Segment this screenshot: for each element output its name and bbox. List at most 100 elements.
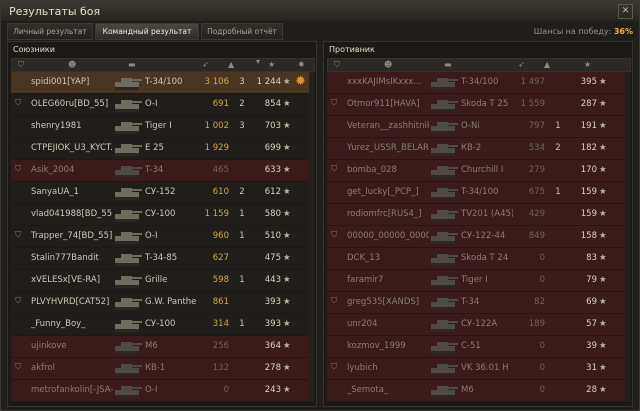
player-name: unr204 <box>347 319 378 329</box>
player-row[interactable]: ⛉_Funny_Boy_СУ-1003141393★ <box>11 314 313 335</box>
xp-value: 1 244 <box>256 77 281 87</box>
enemies-scrollbar[interactable] <box>625 72 630 402</box>
player-row[interactable]: ⛉_Semota_M6028★ <box>327 380 629 401</box>
player-name: Asik_2004 <box>31 165 75 175</box>
close-button[interactable]: ✕ <box>618 4 633 19</box>
kills-value: 1 <box>555 187 561 197</box>
vehicle-name: С-51 <box>461 341 481 351</box>
player-row[interactable]: ⛉faramir7Tiger I079★ <box>327 270 629 291</box>
squad-shield-icon: ⛉ <box>331 164 338 174</box>
tank-icon <box>113 271 143 290</box>
player-name: Trapper_74[BD_55] <box>31 231 113 241</box>
xp-star-icon: ★ <box>283 231 291 241</box>
player-row[interactable]: ⛉metrofankolin[-JSA-]O-I0243★ <box>11 380 313 401</box>
sort-chevron-icon[interactable]: ▾ <box>256 57 260 66</box>
player-row[interactable]: ⛉spidi001[YAP]T-34/1003 10631 244★✹ <box>11 72 313 93</box>
kills-value: 2 <box>239 99 245 109</box>
player-row[interactable]: ⛉Yurez_USSR_BELAR...КВ-25342182★ <box>327 138 629 159</box>
xp-star-icon: ★ <box>599 275 607 285</box>
player-row[interactable]: ⛉ akfrol КВ-1 132 278 ★ <box>11 358 313 379</box>
player-row[interactable]: ⛉xxxKAJIMsIKxxx...T-34/1001 497395★ <box>327 72 629 93</box>
squad-column-icon[interactable]: ⛉ <box>18 60 24 70</box>
tank-icon <box>113 139 143 158</box>
vehicle-name: G.W. Panther <box>145 297 197 307</box>
player-column-icon[interactable]: ☻ <box>68 60 76 69</box>
squad-column-icon[interactable]: ⛉ <box>334 60 340 70</box>
tank-icon <box>429 315 459 334</box>
damage-value: 598 <box>212 275 229 285</box>
player-row[interactable]: ⛉ Trapper_74[BD_55] O-I 960 1 510 ★ <box>11 226 313 247</box>
player-row[interactable]: ⛉rodiomfrc[RUS4_]TV201 (A45)429159★ <box>327 204 629 225</box>
player-row[interactable]: ⛉DCK_13Škoda T 24083★ <box>327 248 629 269</box>
kills-value: 3 <box>239 121 245 131</box>
player-row[interactable]: ⛉ Asik_2004 T-34 465 633 ★ <box>11 160 313 181</box>
tank-icon <box>113 381 143 400</box>
tank-icon <box>429 139 459 158</box>
kills-column-icon[interactable]: ▲ <box>228 60 234 69</box>
kills-value: 1 <box>239 209 245 219</box>
player-row[interactable]: ⛉ujinkoveM6256364★ <box>11 336 313 357</box>
xp-star-icon: ★ <box>283 121 291 131</box>
xp-value: 69 <box>586 297 597 307</box>
damage-column-icon[interactable]: ➶ <box>518 60 525 69</box>
player-row[interactable]: ⛉ bomba_028 Churchill I 279 170 ★ <box>327 160 629 181</box>
damage-value: 0 <box>539 363 545 373</box>
player-row[interactable]: ⛉get_lucky[_PCP_]T-34/1006751159★ <box>327 182 629 203</box>
xp-value: 159 <box>580 209 597 219</box>
xp-value: 182 <box>580 143 597 153</box>
player-row[interactable]: ⛉ OLEG60ru[BD_55] O-I 691 2 854 ★ <box>11 94 313 115</box>
player-row[interactable]: ⛉shenry1981Tiger I1 0023703★ <box>11 116 313 137</box>
damage-value: 610 <box>212 187 229 197</box>
player-column-icon[interactable]: ☻ <box>384 60 392 69</box>
vehicle-name: T-34/100 <box>461 187 499 197</box>
xp-value: 612 <box>264 187 281 197</box>
tank-icon <box>113 359 143 378</box>
tank-icon <box>429 271 459 290</box>
tank-icon <box>429 227 459 246</box>
tab-personal[interactable]: Личный результат <box>7 23 93 40</box>
xp-column-icon[interactable]: ★ <box>268 60 275 69</box>
tab-detailed[interactable]: Подробный отчёт <box>201 23 283 40</box>
vehicle-name: E 25 <box>145 143 164 153</box>
tank-icon <box>113 249 143 268</box>
medal-icon[interactable]: ✹ <box>295 74 306 89</box>
player-row[interactable]: ⛉ Otmor911[HAVA] Škoda T 25 1 559 287 ★ <box>327 94 629 115</box>
tank-icon <box>429 117 459 136</box>
tank-column-icon[interactable]: ▬ <box>128 60 136 69</box>
kills-column-icon[interactable]: ▲ <box>544 60 550 69</box>
player-name: OLEG60ru[BD_55] <box>31 99 109 109</box>
tab-team[interactable]: Командный результат <box>95 23 199 40</box>
vehicle-name: СУ-122A <box>461 319 498 329</box>
tank-column-icon[interactable]: ▬ <box>444 60 452 69</box>
xp-value: 39 <box>586 341 597 351</box>
damage-value: 3 106 <box>204 77 229 87</box>
tank-icon <box>113 315 143 334</box>
player-name: get_lucky[_PCP_] <box>347 187 419 197</box>
player-row[interactable]: ⛉Veteran__zashhitnikO-Ni7971191★ <box>327 116 629 137</box>
xp-value: 510 <box>264 231 281 241</box>
player-row[interactable]: ⛉ greg535[XANDS] T-34 82 69 ★ <box>327 292 629 313</box>
player-row[interactable]: ⛉Stalin777BanditT-34-85627475★ <box>11 248 313 269</box>
player-row[interactable]: ⛉SanyaUA_1СУ-1526102612★ <box>11 182 313 203</box>
player-row[interactable]: ⛉kozmov_1999С-51039★ <box>327 336 629 357</box>
xp-value: 79 <box>586 275 597 285</box>
tank-icon <box>429 205 459 224</box>
damage-value: 534 <box>528 143 545 153</box>
player-row[interactable]: ⛉xVELESx[VE-RA]Grille5981443★ <box>11 270 313 291</box>
player-row[interactable]: ⛉ lyubich VK 36.01 H 0 31 ★ <box>327 358 629 379</box>
medal-column-icon[interactable]: ✹ <box>298 60 305 69</box>
player-row[interactable]: ⛉ PLVYHVRD[CAT52] G.W. Panther 861 393 ★ <box>11 292 313 313</box>
player-row[interactable]: ⛉unr204СУ-122A18957★ <box>327 314 629 335</box>
damage-column-icon[interactable]: ➶ <box>202 60 209 69</box>
vehicle-name: M6 <box>461 385 474 395</box>
damage-value: 797 <box>528 121 545 131</box>
xp-value: 287 <box>580 99 597 109</box>
player-row[interactable]: ⛉vlad041988[BD_55]СУ-1001 1591580★ <box>11 204 313 225</box>
player-row[interactable]: ⛉CTPEJIOK_U3_KYCT...E 251 929699★ <box>11 138 313 159</box>
allies-scrollbar[interactable] <box>309 72 314 402</box>
player-row[interactable]: ⛉ 00000_00000_0000... СУ-122-44 849 158★ <box>327 226 629 247</box>
tank-icon <box>113 293 143 312</box>
damage-value: 861 <box>212 297 229 307</box>
xp-column-icon[interactable]: ★ <box>584 60 591 69</box>
damage-value: 1 929 <box>204 143 229 153</box>
